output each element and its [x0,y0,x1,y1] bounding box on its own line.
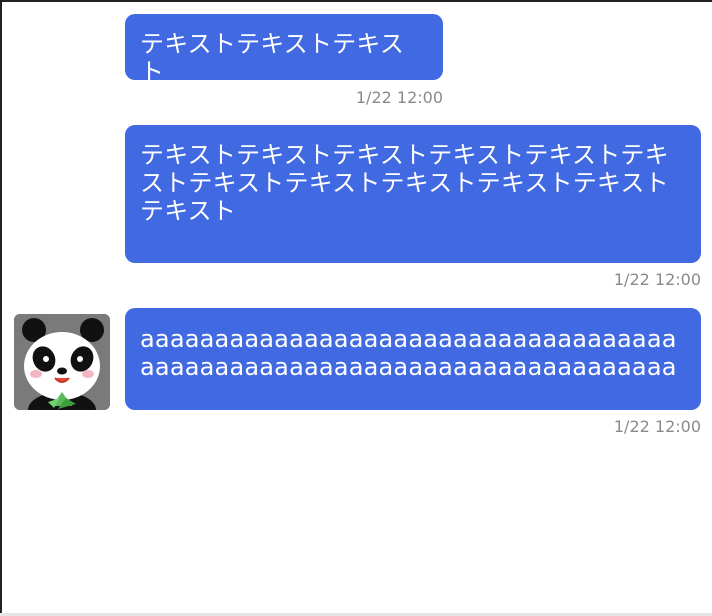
message-text: テキストテキストテキスト [140,30,405,80]
message-timestamp: 1/22 12:00 [613,417,701,436]
message-text: テキストテキストテキストテキストテキストテキストテキストテキストテキストテキスト… [140,141,669,225]
message-text: aaaaaaaaaaaaaaaaaaaaaaaaaaaaaaaaaaaaaaaa… [140,325,677,381]
message-timestamp: 1/22 12:00 [613,270,701,289]
message-timestamp: 1/22 12:00 [355,88,443,107]
panda-avatar-icon [14,314,110,410]
message-bubble: aaaaaaaaaaaaaaaaaaaaaaaaaaaaaaaaaaaaaaaa… [125,308,701,410]
message-bubble: テキストテキストテキスト [125,14,443,80]
message-bubble: テキストテキストテキストテキストテキストテキストテキストテキストテキストテキスト… [125,125,701,263]
